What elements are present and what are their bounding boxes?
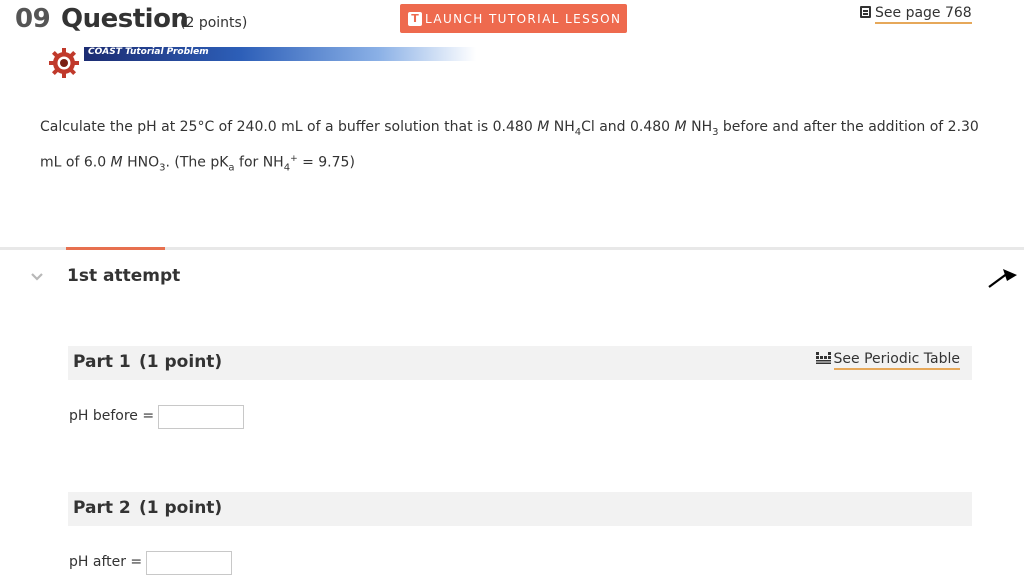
question-points: (2 points)	[180, 15, 248, 31]
cursor-arrow-icon	[988, 269, 1017, 288]
see-page-link[interactable]: See page 768	[860, 5, 972, 24]
ph-after-label: pH after =	[69, 554, 143, 570]
ph-after-input[interactable]	[146, 551, 232, 575]
tutorial-t-icon: T	[408, 11, 422, 26]
coast-banner-label: COAST Tutorial Problem	[88, 47, 209, 57]
periodic-table-icon	[815, 352, 831, 364]
part-2-label: Part 2	[73, 498, 131, 518]
question-number: 09	[15, 4, 51, 34]
launch-tutorial-label: LAUNCH TUTORIAL LESSON	[425, 11, 622, 26]
attempt-tab-indicator	[66, 247, 165, 250]
part-1-points: (1 point)	[139, 352, 223, 372]
part-1-label: Part 1	[73, 352, 131, 372]
attempt-heading[interactable]: 1st attempt	[67, 266, 180, 286]
coast-tutorial-banner: COAST Tutorial Problem	[84, 47, 476, 61]
ph-before-input[interactable]	[158, 405, 244, 429]
gear-icon	[49, 48, 79, 78]
ph-before-label: pH before =	[69, 408, 155, 424]
periodic-table-link[interactable]: See Periodic Table	[815, 351, 960, 370]
see-page-label: See page 768	[875, 5, 972, 24]
launch-tutorial-button[interactable]: T LAUNCH TUTORIAL LESSON	[400, 4, 627, 33]
part-2-header: Part 2 (1 point)	[68, 492, 972, 526]
periodic-table-label: See Periodic Table	[833, 351, 960, 370]
part-1-header: Part 1 (1 point) See Periodic Table	[68, 346, 972, 380]
book-icon	[860, 6, 871, 18]
question-title: Question	[61, 4, 189, 34]
problem-statement: Calculate the pH at 25°C of 240.0 mL of …	[40, 119, 979, 174]
part-2-points: (1 point)	[139, 498, 223, 518]
chevron-down-icon[interactable]	[30, 272, 44, 282]
